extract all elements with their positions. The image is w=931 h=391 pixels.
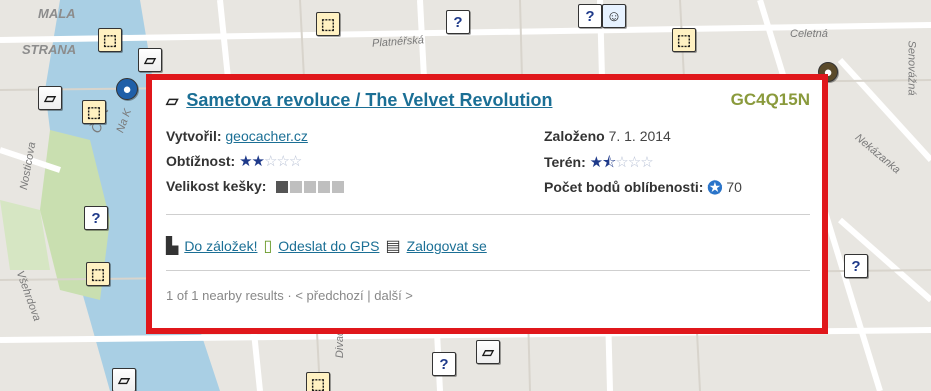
bookmark-link[interactable]: Do záložek! <box>184 238 257 254</box>
size-label: Velikost kešky: <box>166 178 267 194</box>
log-notebook-icon: ▤ <box>385 238 401 255</box>
map-label-mala: MALA <box>38 6 76 21</box>
mystery-cache-icon[interactable]: ? <box>432 352 456 376</box>
multi-cache-icon[interactable]: ⬚ <box>306 372 330 391</box>
cache-title-link[interactable]: Sametova revoluce / The Velvet Revolutio… <box>186 90 552 111</box>
map-label-divad: Divad <box>334 329 347 359</box>
locate-icon[interactable]: ● <box>116 78 138 100</box>
send-to-gps-link[interactable]: Odeslat do GPS <box>278 238 379 254</box>
size-row: Velikost kešky: Počet bodů oblíbenosti: … <box>166 178 810 198</box>
event-cache-icon[interactable]: ☺ <box>602 4 626 28</box>
map-label-senovazna: Senovážná <box>905 40 918 96</box>
popup-title-row: ▱ Sametova revoluce / The Velvet Revolut… <box>166 90 810 111</box>
mystery-cache-icon[interactable]: ? <box>578 4 602 28</box>
terrain-group: Terén: ★⯪☆☆☆ <box>544 152 654 177</box>
divider <box>166 270 810 271</box>
traditional-cache-icon: ▱ <box>166 92 179 110</box>
mystery-cache-icon[interactable]: ? <box>844 254 868 278</box>
divider <box>166 214 810 215</box>
actions-row: ▙ Do záložek! ▯ Odeslat do GPS ▤ Zalogov… <box>166 236 810 256</box>
log-link[interactable]: Zalogovat se <box>407 238 487 254</box>
founded-label: Založeno <box>544 128 605 144</box>
traditional-cache-icon[interactable]: ▱ <box>38 86 62 110</box>
multi-cache-icon[interactable]: ⬚ <box>82 100 106 124</box>
map-label-celetna: Celetná <box>790 28 828 40</box>
favorites-group: Počet bodů oblíbenosti: ✪ 70 <box>544 178 742 199</box>
traditional-cache-icon[interactable]: ▱ <box>138 48 162 72</box>
difficulty-label: Obtížnost: <box>166 153 236 169</box>
author-row: Vytvořil: geocacher.cz Založeno 7. 1. 20… <box>166 128 810 144</box>
terrain-stars: ★⯪☆☆☆ <box>589 154 654 171</box>
gps-device-icon: ▯ <box>263 238 273 255</box>
multi-cache-icon[interactable]: ⬚ <box>672 28 696 52</box>
mystery-cache-icon[interactable]: ? <box>84 206 108 230</box>
size-bar <box>276 181 345 194</box>
author-link[interactable]: geocacher.cz <box>225 128 308 144</box>
map-label-strana: STRANA <box>22 42 77 57</box>
gc-code: GC4Q15N <box>730 90 810 109</box>
paging[interactable]: 1 of 1 nearby results · < předchozí | da… <box>166 288 810 303</box>
favorite-ribbon-icon: ✪ <box>707 178 723 198</box>
terrain-label: Terén: <box>544 154 586 170</box>
favorites-count: 70 <box>726 179 742 196</box>
author-label: Vytvořil: <box>166 128 222 144</box>
multi-cache-icon[interactable]: ⬚ <box>98 28 122 52</box>
cache-popup: ▱ Sametova revoluce / The Velvet Revolut… <box>146 74 828 334</box>
founded-group: Založeno 7. 1. 2014 <box>544 128 671 144</box>
mystery-cache-icon[interactable]: ? <box>446 10 470 34</box>
multi-cache-icon[interactable]: ⬚ <box>86 262 110 286</box>
multi-cache-icon[interactable]: ⬚ <box>316 12 340 36</box>
difficulty-row: Obtížnost: ★★☆☆☆ Terén: ★⯪☆☆☆ <box>166 152 810 171</box>
favorites-label: Počet bodů oblíbenosti: <box>544 179 704 196</box>
difficulty-stars: ★★☆☆☆ <box>239 153 302 170</box>
traditional-cache-icon[interactable]: ▱ <box>112 368 136 391</box>
bookmark-icon: ▙ <box>166 238 179 255</box>
founded-value: 7. 1. 2014 <box>608 128 671 144</box>
traditional-cache-icon[interactable]: ▱ <box>476 340 500 364</box>
